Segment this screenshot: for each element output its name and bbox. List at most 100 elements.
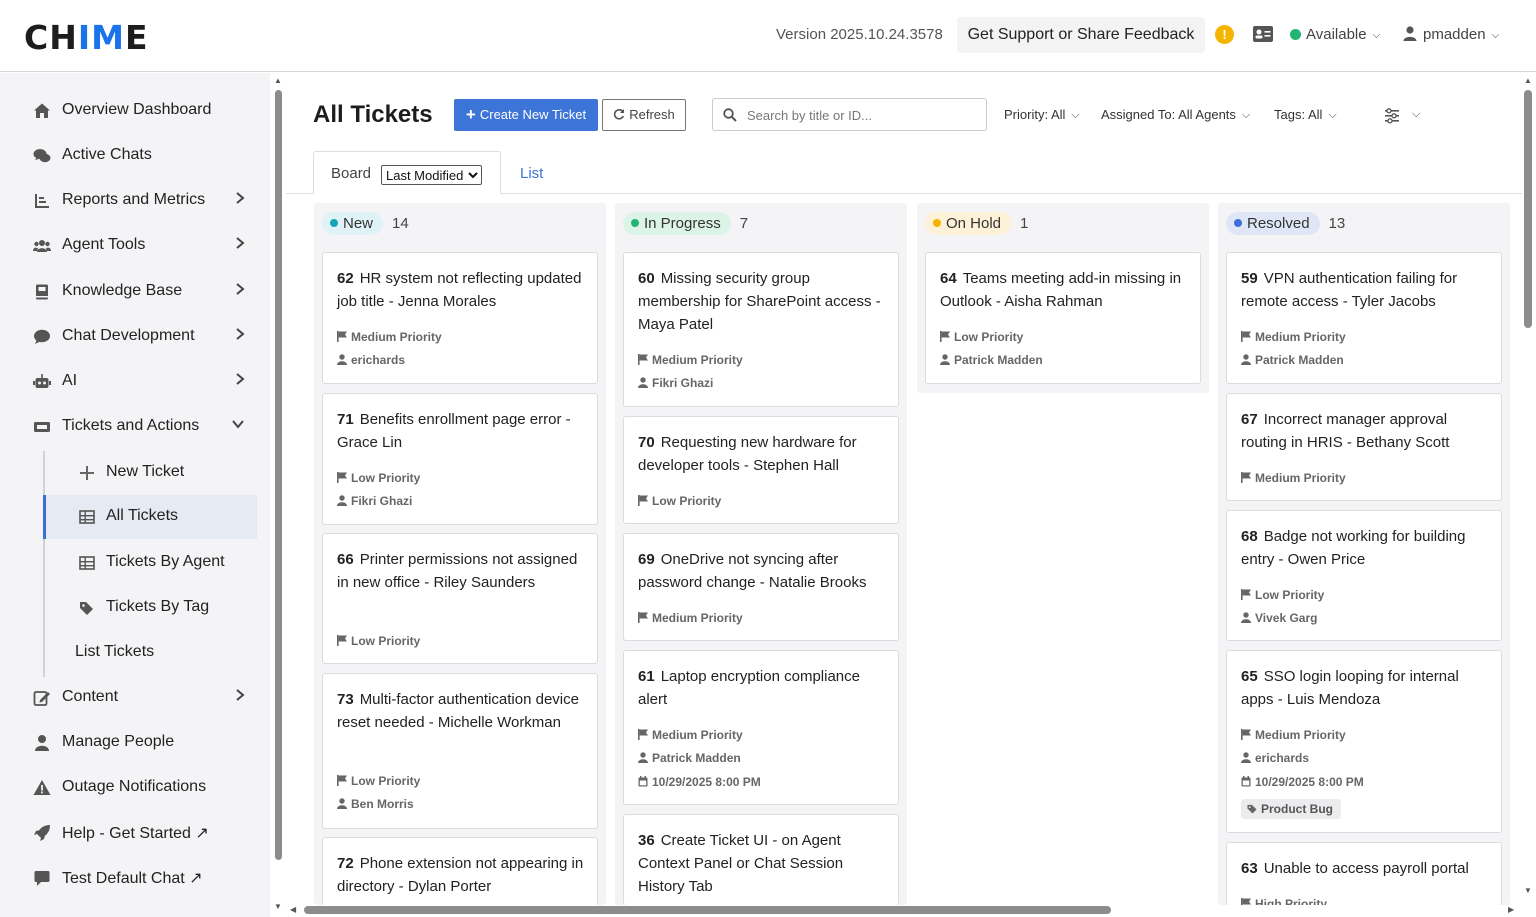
sidebar-scrollbar-thumb[interactable] bbox=[275, 90, 282, 860]
ticket-priority: Low Priority bbox=[337, 774, 420, 788]
warning-icon[interactable]: ! bbox=[1215, 25, 1234, 44]
ticket-agent: Ben Morris bbox=[337, 797, 414, 811]
main-vertical-scrollbar-thumb[interactable] bbox=[1524, 90, 1532, 328]
column-on-hold: On Hold 1 64 Teams meeting add-in missing … bbox=[917, 203, 1209, 393]
user-menu[interactable]: pmadden ⌵ bbox=[1403, 26, 1499, 43]
user-icon bbox=[337, 354, 347, 365]
ticket-title: 73 Multi-factor authentication device res… bbox=[337, 691, 579, 731]
chevron-down-icon: ⌵ bbox=[1372, 30, 1381, 41]
scroll-down-arrow-icon[interactable]: ▼ bbox=[274, 902, 282, 911]
column-header: On Hold 1 bbox=[925, 212, 1028, 235]
flag-icon bbox=[638, 354, 648, 365]
ticket-card[interactable]: 63 Unable to access payroll portal High P… bbox=[1226, 842, 1502, 905]
search-input[interactable] bbox=[747, 105, 977, 125]
user-icon bbox=[940, 354, 950, 365]
board-sort-select[interactable]: Last Modified bbox=[381, 165, 482, 185]
ticket-card[interactable]: 64 Teams meeting add-in missing in Outloo… bbox=[925, 252, 1201, 384]
ticket-agent: Fikri Ghazi bbox=[638, 376, 713, 390]
sidebar-subitem-list-tickets[interactable]: List Tickets bbox=[46, 631, 260, 675]
chevron-right-icon bbox=[236, 237, 245, 249]
ticket-title: 71 Benefits enrollment page error - Grace… bbox=[337, 411, 571, 451]
sidebar-item-ai[interactable]: AI bbox=[0, 362, 270, 402]
assigned-filter-dropdown[interactable]: Assigned To: All Agents ⌵ bbox=[1101, 107, 1250, 123]
sliders-settings-icon[interactable] bbox=[1384, 108, 1402, 124]
ticket-card[interactable]: 72 Phone extension not appearing in direc… bbox=[322, 837, 598, 905]
chevron-down-icon[interactable]: ⌵ bbox=[1412, 108, 1420, 121]
scroll-up-arrow-icon[interactable]: ▲ bbox=[274, 76, 282, 85]
availability-dropdown[interactable]: Available ⌵ bbox=[1290, 26, 1380, 43]
ticket-priority: Low Priority bbox=[638, 494, 721, 508]
ticket-card[interactable]: 66 Printer permissions not assigned in ne… bbox=[322, 533, 598, 664]
sidebar-item-content[interactable]: Content bbox=[0, 678, 270, 718]
ticket-title: 69 OneDrive not syncing after password ch… bbox=[638, 551, 867, 591]
sidebar-scrollbar[interactable]: ▲ ▼ bbox=[273, 76, 283, 914]
ticket-card[interactable]: 36 Create Ticket UI - on Agent Context Pa… bbox=[623, 814, 899, 905]
scroll-up-arrow-icon[interactable]: ▲ bbox=[1524, 76, 1532, 85]
ticket-card[interactable]: 65 SSO login looping for internal apps - … bbox=[1226, 650, 1502, 833]
ticket-card[interactable]: 71 Benefits enrollment page error - Grace… bbox=[322, 393, 598, 525]
tags-filter-dropdown[interactable]: Tags: All ⌵ bbox=[1274, 107, 1337, 123]
sidebar-subitem-tickets-by-agent[interactable]: Tickets By Agent bbox=[46, 541, 260, 585]
ticket-priority: Low Priority bbox=[940, 330, 1023, 344]
chevron-down-icon bbox=[232, 420, 244, 429]
ticket-card[interactable]: 70 Requesting new hardware for developer … bbox=[623, 416, 899, 524]
sidebar-item-manage-people[interactable]: Manage People bbox=[0, 723, 270, 763]
refresh-button[interactable]: Refresh bbox=[602, 99, 686, 131]
create-new-ticket-button[interactable]: + Create New Ticket bbox=[454, 99, 598, 131]
column-count: 7 bbox=[739, 215, 749, 232]
ticket-card[interactable]: 60 Missing security group membership for … bbox=[623, 252, 899, 407]
sidebar-item-help-get-started[interactable]: Help - Get Started ↗ bbox=[0, 813, 270, 853]
id-card-icon[interactable] bbox=[1252, 25, 1274, 43]
ticket-card[interactable]: 59 VPN authentication failing for remote … bbox=[1226, 252, 1502, 384]
sidebar-item-chat-development[interactable]: Chat Development bbox=[0, 317, 270, 357]
flag-icon bbox=[1241, 729, 1251, 740]
ticket-card[interactable]: 73 Multi-factor authentication device res… bbox=[322, 673, 598, 829]
board-horizontal-scrollbar-thumb[interactable] bbox=[304, 906, 1111, 914]
ticket-icon bbox=[34, 422, 50, 432]
scroll-right-arrow-icon[interactable]: ▶ bbox=[1508, 905, 1514, 914]
sidebar-item-knowledge-base[interactable]: Knowledge Base bbox=[0, 272, 270, 312]
ticket-card[interactable]: 62 HR system not reflecting updated job t… bbox=[322, 252, 598, 384]
sidebar-item-test-default-chat[interactable]: Test Default Chat ↗ bbox=[0, 858, 270, 898]
sidebar-item-active-chats[interactable]: Active Chats bbox=[0, 136, 270, 176]
column-header: New 14 bbox=[322, 212, 409, 235]
scroll-down-arrow-icon[interactable]: ▼ bbox=[1524, 886, 1532, 895]
sidebar-subitem-tickets-by-tag[interactable]: Tickets By Tag bbox=[46, 586, 260, 630]
tab-list[interactable]: List bbox=[520, 165, 543, 182]
scroll-left-arrow-icon[interactable]: ◀ bbox=[290, 905, 296, 914]
ticket-card[interactable]: 67 Incorrect manager approval routing in … bbox=[1226, 393, 1502, 501]
sidebar-item-agent-tools[interactable]: Agent Tools bbox=[0, 226, 270, 266]
sidebar-item-reports-and-metrics[interactable]: Reports and Metrics bbox=[0, 181, 270, 221]
reports-icon bbox=[35, 194, 49, 208]
chevron-down-icon: ⌵ bbox=[1071, 109, 1080, 121]
chats-icon bbox=[33, 149, 51, 163]
ticket-card[interactable]: 68 Badge not working for building entry -… bbox=[1226, 510, 1502, 641]
flag-icon bbox=[638, 729, 648, 740]
chevron-right-icon bbox=[236, 283, 245, 295]
status-dot bbox=[1290, 29, 1301, 40]
ticket-title: 36 Create Ticket UI - on Agent Context Pa… bbox=[638, 832, 844, 895]
support-feedback-button[interactable]: Get Support or Share Feedback bbox=[957, 17, 1205, 53]
column-count: 13 bbox=[1328, 215, 1346, 232]
plus-icon bbox=[80, 466, 94, 480]
ticket-priority: Medium Priority bbox=[638, 611, 743, 625]
ticket-card[interactable]: 69 OneDrive not syncing after password ch… bbox=[623, 533, 899, 641]
sidebar-subitem-all-tickets[interactable]: All Tickets bbox=[43, 495, 257, 539]
board-horizontal-scrollbar[interactable]: ◀ ▶ bbox=[286, 903, 1521, 917]
ticket-priority: Low Priority bbox=[337, 471, 420, 485]
search-box bbox=[712, 98, 987, 131]
tab-board[interactable]: Board Last Modified bbox=[313, 151, 501, 194]
sidebar-item-tickets-and-actions[interactable]: Tickets and Actions bbox=[0, 407, 270, 447]
sidebar-item-outage-notifications[interactable]: Outage Notifications bbox=[0, 768, 270, 808]
sidebar-subitem-new-ticket[interactable]: New Ticket bbox=[46, 451, 260, 495]
flag-icon bbox=[337, 472, 347, 483]
ticket-title: 64 Teams meeting add-in missing in Outloo… bbox=[940, 270, 1182, 310]
sidebar-item-overview-dashboard[interactable]: Overview Dashboard bbox=[0, 91, 270, 131]
ticket-title: 61 Laptop encryption compliance alert bbox=[638, 668, 860, 708]
chime-logo[interactable]: CHIME bbox=[24, 18, 149, 57]
priority-filter-dropdown[interactable]: Priority: All ⌵ bbox=[1004, 107, 1080, 123]
home-icon bbox=[34, 103, 50, 118]
user-icon bbox=[638, 752, 648, 763]
main-vertical-scrollbar[interactable]: ▲ ▼ bbox=[1521, 76, 1536, 902]
ticket-card[interactable]: 61 Laptop encryption compliance alert Med… bbox=[623, 650, 899, 805]
